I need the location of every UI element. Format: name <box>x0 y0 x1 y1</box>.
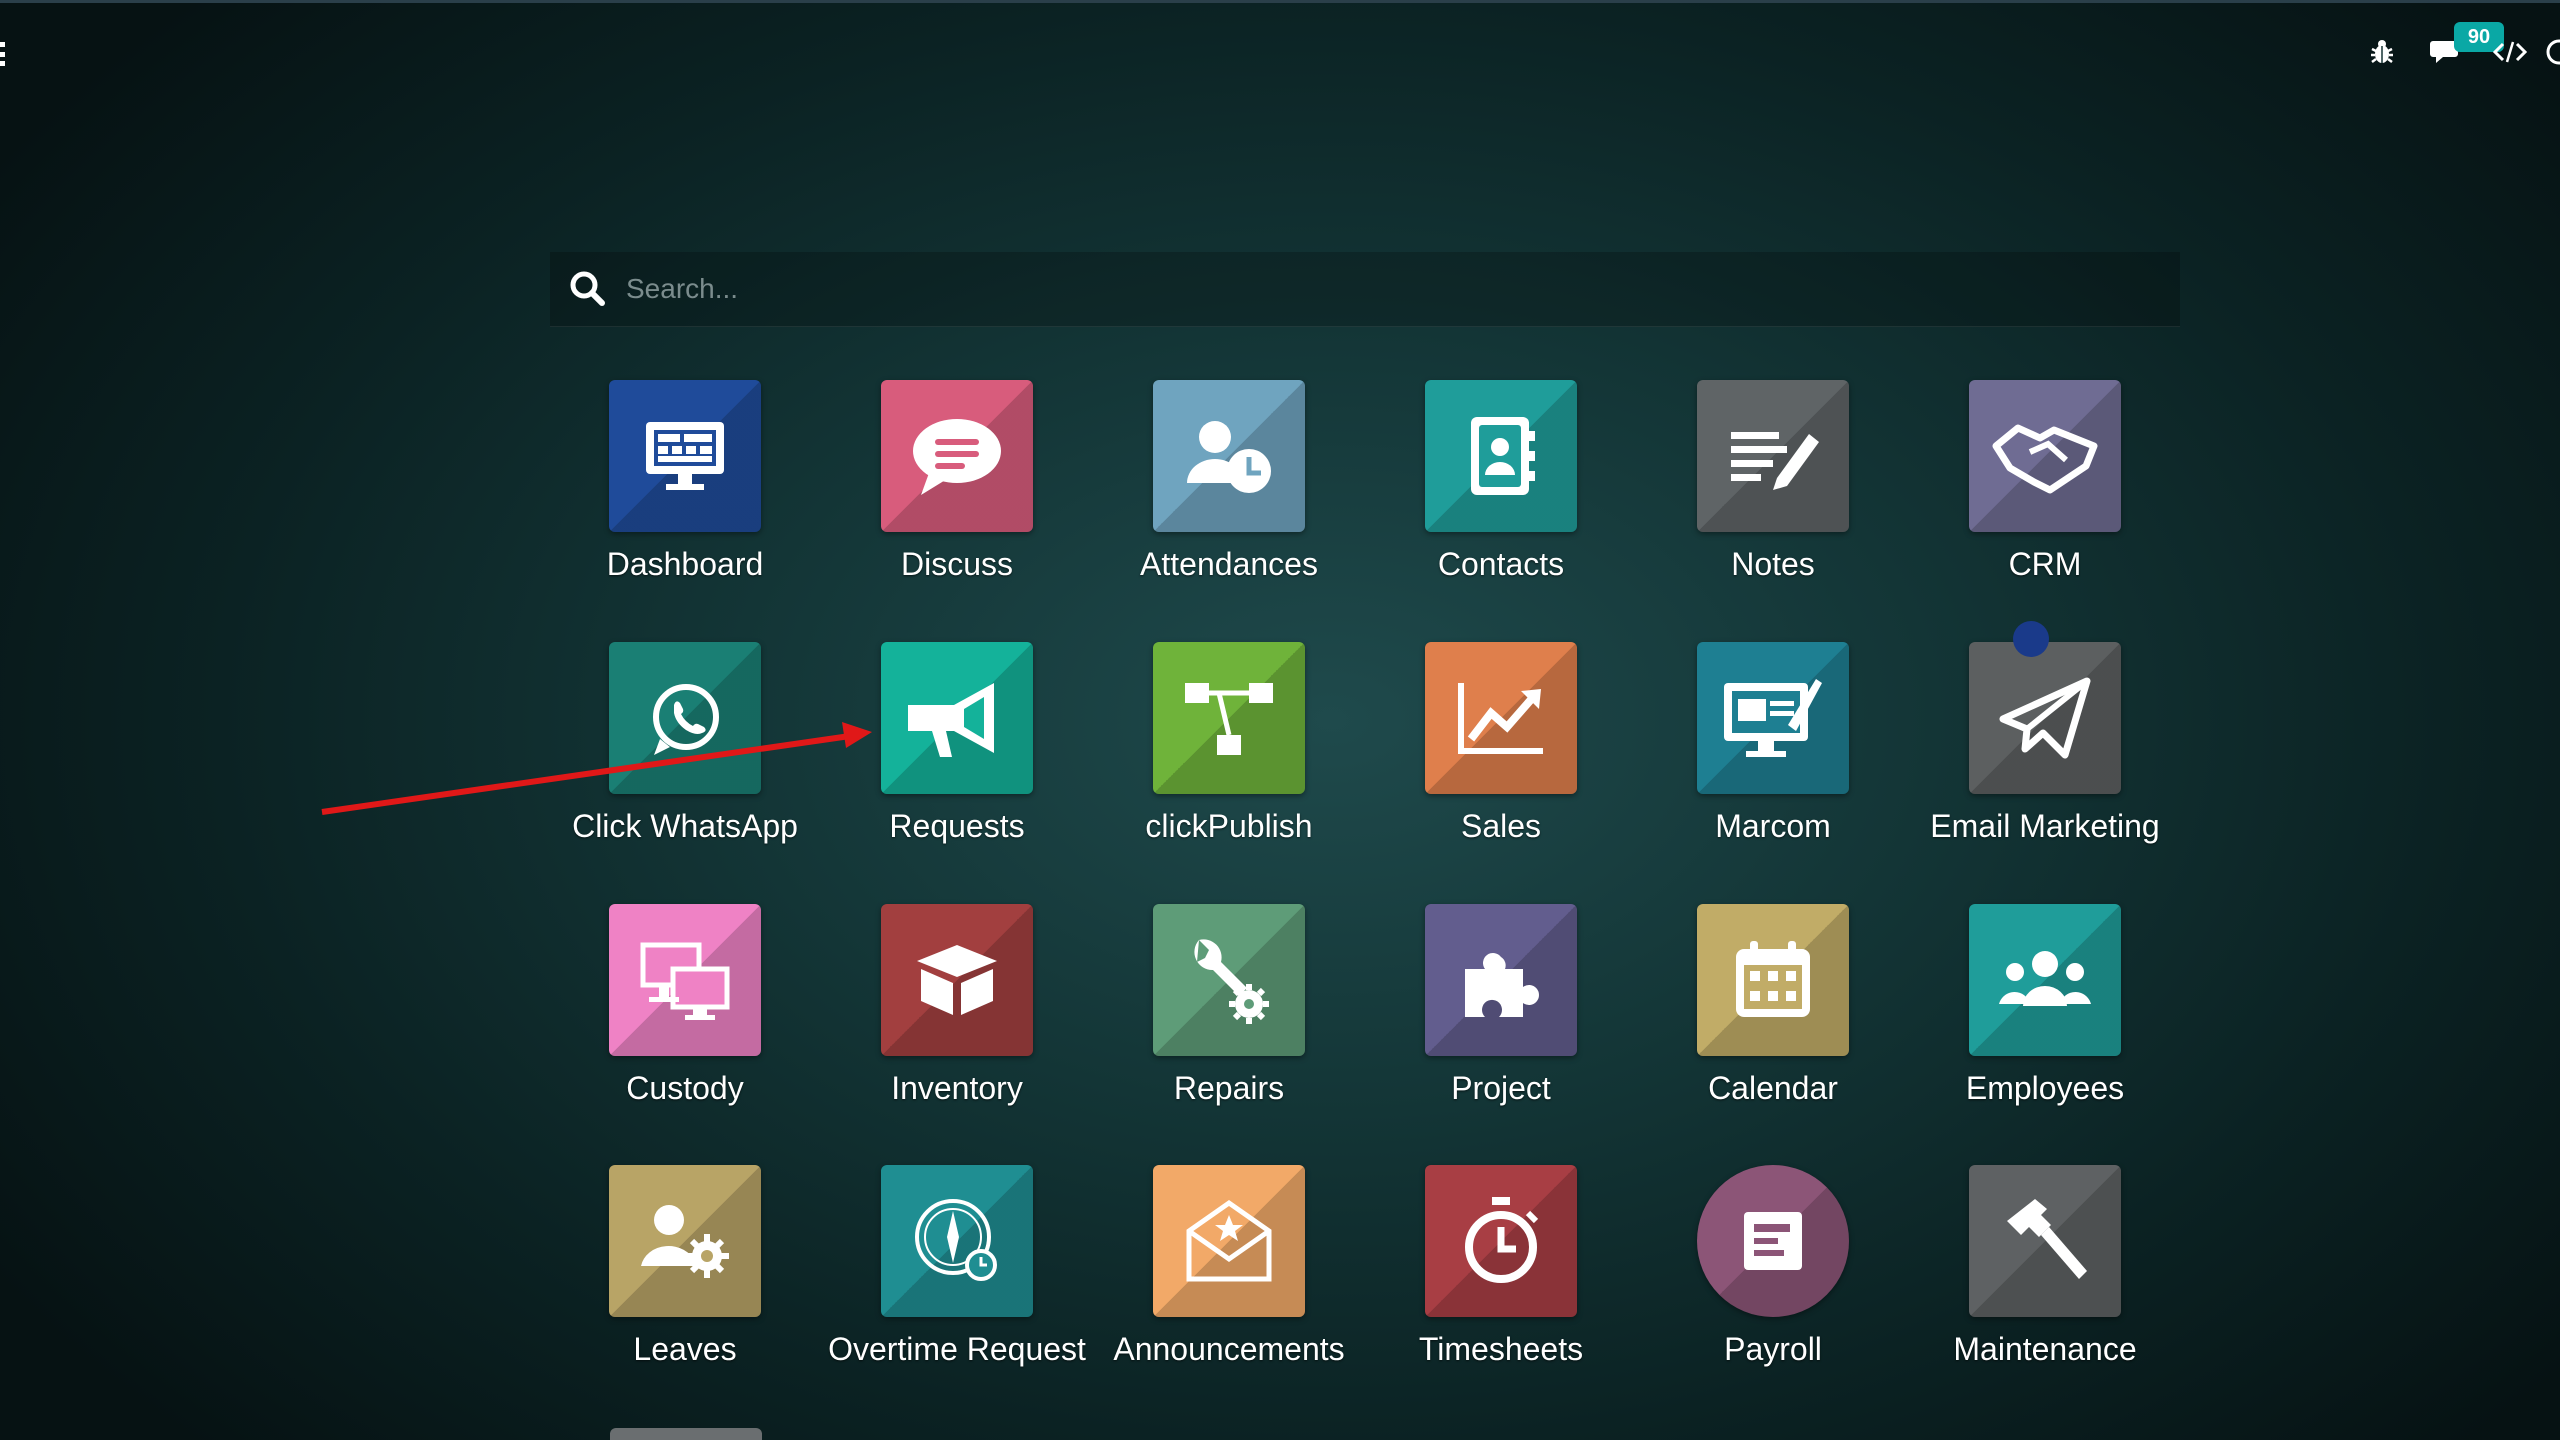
app-notes[interactable]: Notes <box>1638 380 1908 610</box>
app-crm[interactable]: CRM <box>1910 380 2180 610</box>
app-dashboard[interactable]: Dashboard <box>550 380 820 610</box>
app-custody[interactable]: Custody <box>550 904 820 1134</box>
app-label: Repairs <box>1173 1070 1285 1106</box>
app-label: Email Marketing <box>1930 808 2160 844</box>
app-label: Click WhatsApp <box>572 808 798 844</box>
app-label: Contacts <box>1437 546 1565 582</box>
app-label: Payroll <box>1724 1331 1822 1367</box>
flow-nodes-icon <box>1153 642 1305 794</box>
app-click-whatsapp[interactable]: Click WhatsApp <box>550 642 820 872</box>
note-pencil-icon <box>1697 380 1849 532</box>
app-project[interactable]: Project <box>1366 904 1636 1134</box>
paper-plane-icon <box>1969 642 2121 794</box>
app-label: Custody <box>626 1070 744 1106</box>
app-requests[interactable]: Requests <box>822 642 1092 872</box>
app-calendar[interactable]: Calendar <box>1638 904 1908 1134</box>
app-label: Sales <box>1460 808 1542 844</box>
app-payroll[interactable]: Payroll <box>1638 1165 1908 1395</box>
stopwatch-icon <box>1425 1165 1577 1317</box>
clock-compass-icon <box>881 1165 1033 1317</box>
app-label: Overtime Request <box>828 1331 1086 1367</box>
monitor-brush-icon <box>1697 642 1849 794</box>
user-clock-icon <box>1153 380 1305 532</box>
envelope-star-icon <box>1153 1165 1305 1317</box>
app-label: Calendar <box>1708 1070 1838 1106</box>
wrench-gear-icon <box>1153 904 1305 1056</box>
address-book-icon <box>1425 380 1577 532</box>
app-clickpublish[interactable]: clickPublish <box>1094 642 1364 872</box>
app-label: Project <box>1451 1070 1551 1106</box>
app-label: Employees <box>1965 1070 2125 1106</box>
megaphone-icon <box>881 642 1033 794</box>
user-gear-icon <box>609 1165 761 1317</box>
app-inventory[interactable]: Inventory <box>822 904 1092 1134</box>
app-label: Attendances <box>1140 546 1318 582</box>
box-icon <box>881 904 1033 1056</box>
puzzle-icon <box>1425 904 1577 1056</box>
app-announcements[interactable]: Announcements <box>1094 1165 1364 1395</box>
app-label: Maintenance <box>1953 1331 2137 1367</box>
app-label: Marcom <box>1715 808 1831 844</box>
app-label: CRM <box>2008 546 2082 582</box>
app-overtime-request[interactable]: Overtime Request <box>822 1165 1092 1395</box>
app-attendances[interactable]: Attendances <box>1094 380 1364 610</box>
screens-icon <box>609 904 761 1056</box>
partial-app-tile[interactable] <box>610 1428 762 1440</box>
app-label: clickPublish <box>1145 808 1313 844</box>
notification-dot <box>2013 621 2049 657</box>
app-employees[interactable]: Employees <box>1910 904 2180 1134</box>
chart-up-icon <box>1425 642 1577 794</box>
app-label: Leaves <box>633 1331 737 1367</box>
app-marcom[interactable]: Marcom <box>1638 642 1908 872</box>
app-label: Inventory <box>891 1070 1023 1106</box>
app-timesheets[interactable]: Timesheets <box>1366 1165 1636 1395</box>
app-contacts[interactable]: Contacts <box>1366 380 1636 610</box>
hammer-icon <box>1969 1165 2121 1317</box>
users-icon <box>1969 904 2121 1056</box>
app-repairs[interactable]: Repairs <box>1094 904 1364 1134</box>
app-discuss[interactable]: Discuss <box>822 380 1092 610</box>
handshake-icon <box>1969 380 2121 532</box>
app-label: Announcements <box>1113 1331 1345 1367</box>
app-grid: Dashboard Discuss Attendances Contacts N… <box>0 0 2560 1440</box>
app-sales[interactable]: Sales <box>1366 642 1636 872</box>
app-label: Dashboard <box>606 546 764 582</box>
calendar-icon <box>1697 904 1849 1056</box>
app-label: Requests <box>889 808 1025 844</box>
chat-bubble-icon <box>881 380 1033 532</box>
app-email-marketing[interactable]: Email Marketing <box>1910 642 2180 872</box>
app-label: Discuss <box>900 546 1013 582</box>
app-leaves[interactable]: Leaves <box>550 1165 820 1395</box>
payslip-icon <box>1697 1165 1849 1317</box>
app-label: Notes <box>1731 546 1815 582</box>
dashboard-icon <box>609 380 761 532</box>
app-label: Timesheets <box>1418 1331 1584 1367</box>
app-maintenance[interactable]: Maintenance <box>1910 1165 2180 1395</box>
whatsapp-icon <box>609 642 761 794</box>
